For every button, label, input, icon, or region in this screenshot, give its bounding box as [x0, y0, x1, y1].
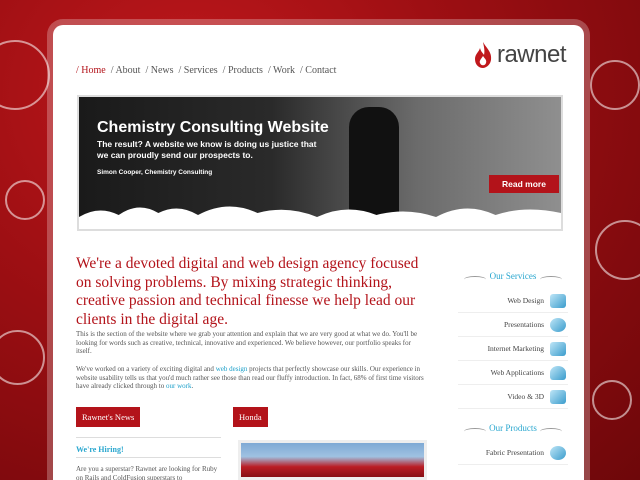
nav-about[interactable]: / About — [111, 65, 141, 76]
web-design-link[interactable]: web design — [216, 365, 248, 373]
para2-text: . — [191, 382, 194, 390]
globe-icon — [550, 445, 566, 460]
monitor-icon — [550, 293, 566, 308]
swirl-decoration — [592, 380, 632, 420]
services-heading: Our Services — [458, 271, 568, 281]
service-web-design[interactable]: Web Design — [458, 289, 568, 313]
screen-icon — [550, 341, 566, 356]
service-label: Web Design — [507, 296, 544, 305]
divider — [76, 437, 221, 438]
news-tab[interactable]: Rawnet's News — [76, 407, 141, 427]
logo[interactable]: rawnet — [473, 41, 567, 69]
flame-icon — [474, 42, 492, 68]
para2-text: We've worked on a variety of exciting di… — [76, 365, 216, 373]
nav-home[interactable]: / Home — [76, 65, 106, 76]
foliage-decoration — [79, 206, 561, 229]
honda-photo[interactable] — [238, 440, 427, 480]
read-more-button[interactable]: Read more — [489, 175, 559, 193]
service-internet-marketing[interactable]: Internet Marketing — [458, 337, 568, 361]
swirl-decoration — [5, 180, 45, 220]
feature-banner: Chemistry Consulting Website The result?… — [77, 95, 563, 231]
nav-products[interactable]: / Products — [223, 65, 263, 76]
banner-cite: Simon Cooper, Chemistry Consulting — [97, 169, 213, 176]
service-label: Web Applications — [490, 368, 544, 377]
logo-wordmark: rawnet — [496, 41, 567, 68]
intro-paragraph-2: We've worked on a variety of exciting di… — [76, 365, 424, 391]
banner-subtitle: The result? A website we know is doing u… — [97, 139, 317, 160]
swirl-decoration — [0, 330, 45, 385]
product-fabric-presentation[interactable]: Fabric Presentation — [458, 441, 568, 465]
main-nav: / Home / About / News / Services / Produ… — [76, 65, 336, 76]
hiring-title[interactable]: We're Hiring! — [76, 445, 124, 454]
intro-headline: We're a devoted digital and web design a… — [76, 255, 419, 328]
intro-paragraph-1: This is the section of the website where… — [76, 330, 418, 355]
sidebar: Our Services Web Design Presentations In… — [458, 247, 568, 465]
service-label: Video & 3D — [507, 392, 544, 401]
nav-services[interactable]: / Services — [179, 65, 218, 76]
swirl-decoration — [0, 40, 50, 110]
service-label: Internet Marketing — [487, 344, 544, 353]
globe-icon — [550, 317, 566, 332]
banner-title: Chemistry Consulting Website — [97, 119, 329, 136]
cubes-icon — [550, 389, 566, 404]
products-heading: Our Products — [458, 423, 568, 433]
honda-tab[interactable]: Honda — [233, 407, 268, 427]
swirl-decoration — [590, 60, 640, 110]
user-icon — [550, 365, 566, 380]
service-presentations[interactable]: Presentations — [458, 313, 568, 337]
nav-news[interactable]: / News — [145, 65, 173, 76]
swirl-decoration — [595, 220, 640, 280]
nav-contact[interactable]: / Contact — [300, 65, 336, 76]
hiring-text: Are you a superstar? Rawnet are looking … — [76, 465, 218, 480]
page-container: / Home / About / News / Services / Produ… — [53, 25, 584, 480]
nav-work[interactable]: / Work — [268, 65, 295, 76]
service-label: Presentations — [504, 320, 544, 329]
our-work-link[interactable]: our work — [166, 382, 191, 390]
service-video-3d[interactable]: Video & 3D — [458, 385, 568, 409]
divider — [76, 457, 221, 458]
service-web-applications[interactable]: Web Applications — [458, 361, 568, 385]
product-label: Fabric Presentation — [485, 448, 544, 457]
